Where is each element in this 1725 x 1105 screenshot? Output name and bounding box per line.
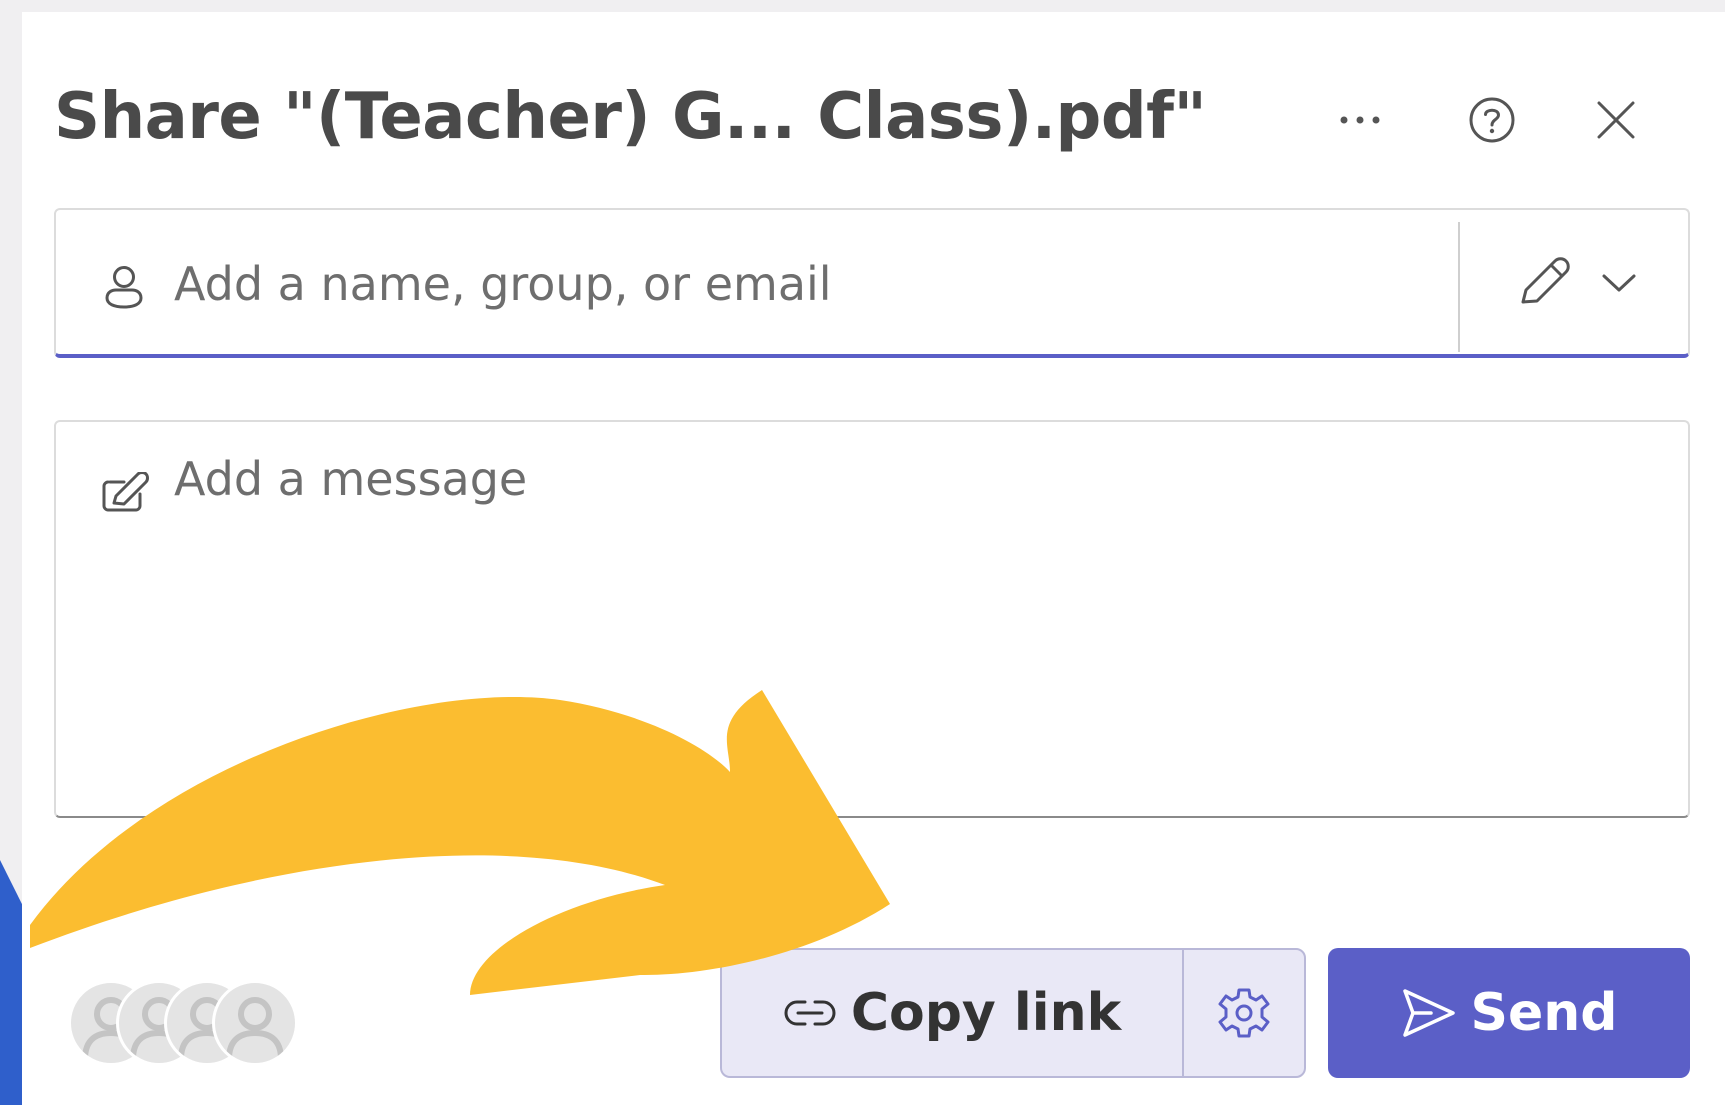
help-button[interactable] xyxy=(1456,84,1528,156)
permission-dropdown-button[interactable] xyxy=(1460,210,1688,356)
gear-icon xyxy=(1218,988,1270,1038)
dialog-title: Share "(Teacher) G... Class).pdf" xyxy=(54,80,1207,154)
pencil-icon xyxy=(1521,257,1570,304)
ellipsis-icon xyxy=(1340,116,1380,124)
copy-link-button[interactable]: Copy link xyxy=(720,948,1182,1078)
person-avatar-icon xyxy=(212,980,298,1066)
close-button[interactable] xyxy=(1580,84,1652,156)
message-input[interactable] xyxy=(172,450,1656,794)
people-search-input[interactable] xyxy=(172,240,1436,328)
send-button[interactable]: Send xyxy=(1328,948,1690,1078)
background-accent-strip xyxy=(0,860,22,1105)
chevron-down-icon xyxy=(1602,274,1636,292)
share-dialog: Share "(Teacher) G... Class).pdf" Add a … xyxy=(22,12,1725,1105)
people-picker xyxy=(54,208,1690,358)
compose-icon xyxy=(102,472,149,512)
person-icon xyxy=(105,266,143,309)
send-icon xyxy=(1402,989,1455,1037)
close-icon xyxy=(1597,101,1635,139)
more-options-button[interactable] xyxy=(1324,84,1396,156)
send-label: Send xyxy=(1470,983,1618,1043)
link-icon xyxy=(784,1000,836,1026)
copy-link-label: Copy link xyxy=(850,983,1122,1043)
shared-with-avatars[interactable] xyxy=(68,980,328,1072)
question-circle-icon xyxy=(1469,97,1515,143)
message-box xyxy=(54,420,1690,818)
link-settings-button[interactable] xyxy=(1182,948,1306,1078)
